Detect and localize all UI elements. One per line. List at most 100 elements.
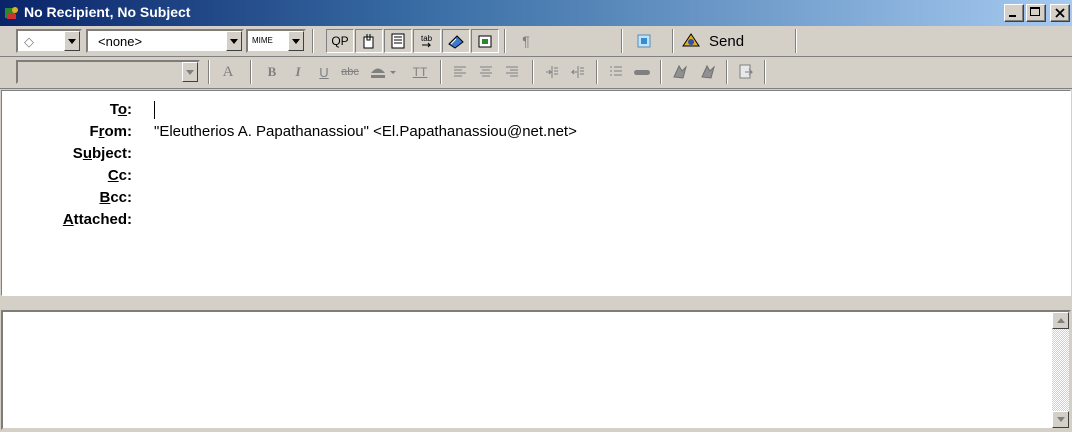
priority-value: ◇ bbox=[24, 34, 34, 49]
maximize-icon bbox=[1030, 7, 1040, 16]
insert-object-button[interactable] bbox=[630, 29, 658, 53]
from-field[interactable]: "Eleutherios A. Papathanassiou" <El.Papa… bbox=[154, 123, 577, 140]
align-right-icon bbox=[506, 66, 518, 77]
font-dropdown[interactable] bbox=[16, 60, 200, 84]
strikethrough-icon: abc bbox=[341, 66, 359, 78]
align-right-button[interactable] bbox=[498, 60, 526, 84]
priority-dropdown[interactable]: ◇ bbox=[16, 29, 82, 53]
bullet-list-button[interactable] bbox=[602, 60, 630, 84]
chevron-down-icon[interactable] bbox=[288, 31, 304, 51]
italic-icon: I bbox=[295, 64, 301, 79]
insert-link-button[interactable] bbox=[666, 60, 694, 84]
chevron-down-icon[interactable] bbox=[182, 62, 198, 82]
quoted-printable-button[interactable]: QP bbox=[326, 29, 354, 53]
header-body-splitter[interactable] bbox=[0, 297, 1072, 310]
svg-text:tab: tab bbox=[421, 34, 433, 43]
scroll-up-arrow-icon[interactable] bbox=[1052, 312, 1069, 329]
align-center-icon bbox=[480, 66, 492, 77]
toolbar-separator bbox=[764, 60, 766, 84]
from-row[interactable]: From: "Eleutherios A. Papathanassiou" <E… bbox=[2, 121, 1062, 143]
scroll-down-arrow-icon[interactable] bbox=[1052, 411, 1069, 428]
keep-copy-button[interactable] bbox=[442, 29, 470, 53]
chevron-down-icon[interactable] bbox=[226, 31, 242, 51]
vertical-scrollbar[interactable] bbox=[1052, 312, 1069, 428]
bold-button[interactable]: B bbox=[258, 60, 286, 84]
tab-in-body-button[interactable]: tab bbox=[413, 29, 441, 53]
cc-label: Cc: bbox=[107, 167, 132, 184]
italic-button[interactable]: I bbox=[284, 60, 312, 84]
qp-label: QP bbox=[331, 34, 349, 48]
word-wrap-icon bbox=[391, 33, 405, 49]
return-receipt-button[interactable] bbox=[471, 29, 499, 53]
subject-label: Subject: bbox=[72, 145, 132, 162]
message-toolbar: ◇ <none> MIME QP tab ¶ Send bbox=[0, 26, 1072, 56]
teletype-icon: TT bbox=[412, 65, 428, 79]
bcc-label: Bcc: bbox=[99, 189, 132, 206]
window-title: No Recipient, No Subject bbox=[24, 4, 191, 20]
bcc-row[interactable]: Bcc: bbox=[2, 187, 1062, 209]
toolbar-separator bbox=[795, 29, 797, 53]
close-icon bbox=[1055, 8, 1065, 18]
chevron-down-icon[interactable] bbox=[64, 31, 80, 51]
indent-out-button[interactable] bbox=[564, 60, 592, 84]
text-as-attachment-button[interactable] bbox=[355, 29, 383, 53]
message-body[interactable] bbox=[1, 310, 1071, 430]
underline-button[interactable]: U bbox=[310, 60, 338, 84]
document-clip-icon bbox=[363, 34, 374, 49]
font-size-icon: A bbox=[222, 63, 234, 80]
strikethrough-button[interactable]: abc bbox=[336, 60, 364, 84]
eudora-app-icon[interactable] bbox=[4, 5, 20, 21]
tab-icon: tab bbox=[421, 34, 433, 48]
attached-row[interactable]: Attached: bbox=[2, 209, 1062, 231]
toolbar-separator bbox=[208, 60, 210, 84]
cc-row[interactable]: Cc: bbox=[2, 165, 1062, 187]
remove-link-icon bbox=[701, 64, 715, 79]
text-color-button[interactable] bbox=[364, 60, 404, 84]
clear-formatting-icon bbox=[739, 64, 754, 79]
send-button[interactable]: Send bbox=[681, 29, 791, 53]
message-header-panel: To: From: "Eleutherios A. Papathanassiou… bbox=[1, 90, 1071, 296]
text-caret bbox=[154, 101, 155, 119]
toolbar-divider bbox=[0, 88, 1072, 89]
align-left-icon bbox=[454, 66, 466, 77]
toolbar-separator bbox=[596, 60, 598, 84]
show-paragraph-marks-button[interactable]: ¶ bbox=[512, 29, 540, 53]
word-wrap-button[interactable] bbox=[384, 29, 412, 53]
from-label: From: bbox=[89, 123, 132, 140]
subject-row[interactable]: Subject: bbox=[2, 143, 1062, 165]
remove-link-button[interactable] bbox=[694, 60, 722, 84]
align-left-button[interactable] bbox=[446, 60, 474, 84]
stationery-dropdown[interactable]: <none> bbox=[86, 29, 244, 53]
bullet-list-icon bbox=[610, 66, 622, 76]
stationery-value: <none> bbox=[98, 34, 143, 49]
indent-in-button[interactable] bbox=[538, 60, 566, 84]
close-button[interactable] bbox=[1050, 4, 1070, 22]
attached-label: Attached: bbox=[62, 211, 132, 228]
toolbar-separator bbox=[440, 60, 442, 84]
font-size-button[interactable]: A bbox=[214, 60, 242, 84]
encoding-value: MIME bbox=[252, 36, 273, 45]
text-color-icon bbox=[371, 68, 396, 78]
send-icon bbox=[682, 33, 700, 47]
minimize-button[interactable] bbox=[1004, 4, 1024, 22]
toolbar-separator bbox=[660, 60, 662, 84]
insert-object-icon bbox=[637, 34, 651, 48]
title-bar[interactable]: No Recipient, No Subject bbox=[0, 0, 1072, 26]
indent-out-icon bbox=[570, 66, 584, 78]
minimize-icon bbox=[1009, 15, 1016, 17]
keep-copy-icon bbox=[448, 35, 464, 49]
maximize-button[interactable] bbox=[1026, 4, 1046, 22]
to-row[interactable]: To: bbox=[2, 99, 1062, 121]
encoding-dropdown[interactable]: MIME bbox=[246, 29, 306, 53]
horizontal-rule-button[interactable] bbox=[628, 60, 656, 84]
formatting-toolbar: A B I U abc TT bbox=[0, 57, 1072, 88]
clear-formatting-button[interactable] bbox=[732, 60, 760, 84]
toolbar-separator bbox=[312, 29, 314, 53]
return-receipt-icon bbox=[478, 35, 492, 48]
align-center-button[interactable] bbox=[472, 60, 500, 84]
indent-in-icon bbox=[546, 66, 558, 78]
teletype-button[interactable]: TT bbox=[406, 60, 434, 84]
toolbar-separator bbox=[726, 60, 728, 84]
toolbar-separator bbox=[621, 29, 623, 53]
horizontal-rule-icon bbox=[634, 70, 650, 75]
